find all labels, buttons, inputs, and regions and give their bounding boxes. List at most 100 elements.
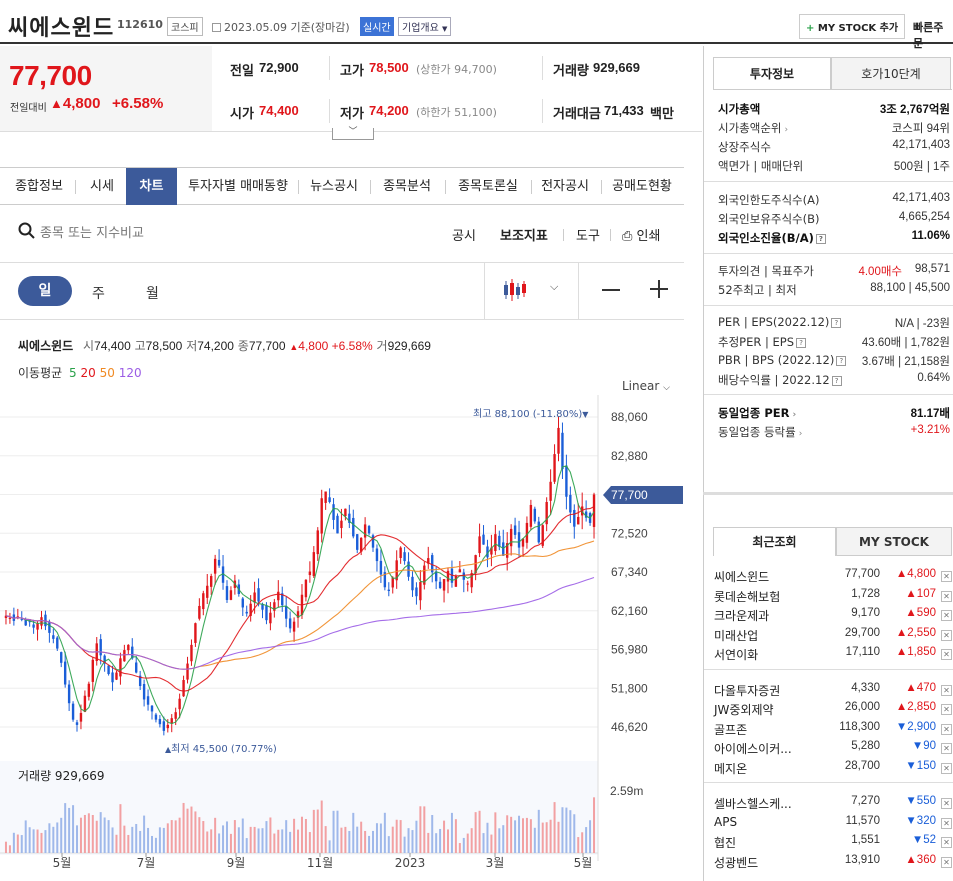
mystock-add-button[interactable]: + MY STOCK 추가 [799,14,906,39]
candle-body [198,605,201,619]
volume-bar [415,820,418,853]
zoom-out-icon[interactable] [602,289,620,291]
period-day-button[interactable]: 일 [18,276,72,306]
recent-item[interactable]: 협진 1,551 ▼52 ✕ [714,834,952,853]
remove-icon[interactable]: ✕ [941,571,952,582]
tools-link[interactable]: 도구 [576,225,600,244]
recent-item[interactable]: 다올투자증권 4,330 ▲470 ✕ [714,682,952,701]
recent-item-name[interactable]: 골프존 [714,721,747,738]
remove-icon[interactable]: ✕ [941,684,952,696]
remove-icon[interactable]: ✕ [941,610,952,621]
scale-dropdown[interactable]: Linear ⌵ [622,379,670,393]
remove-icon[interactable]: ✕ [941,743,952,754]
recent-item-name[interactable]: JW중외제약 [714,701,774,718]
recent-item-name[interactable]: 롯데손해보험 [714,588,780,605]
expand-toggle[interactable]: ﹀ [332,128,374,140]
volume-bar [44,830,47,853]
tab-recent[interactable]: 최근조회 [713,527,836,556]
recent-item-name[interactable]: 미래산업 [714,627,758,644]
remove-icon[interactable]: ✕ [941,817,952,829]
candle-type-icon[interactable] [503,279,527,304]
volume-bar [364,830,367,853]
info-icon[interactable]: ? [831,317,842,328]
disclosure-link[interactable]: 공시 [452,225,476,244]
recent-item-price: 4,330 [851,681,880,694]
recent-item[interactable]: 셀바스헬스케... 7,270 ▼550 ✕ [714,795,952,814]
indicator-link[interactable]: 보조지표 [500,225,548,244]
remove-icon[interactable]: ✕ [941,704,952,715]
recent-item-name[interactable]: 아이에스이커... [714,740,792,757]
tab-chart[interactable]: 차트 [126,168,177,205]
y-tick-label: 67,340 [611,565,648,579]
date-info: 2023.05.09 기준(장마감) [212,19,350,35]
remove-icon[interactable]: ✕ [941,856,952,868]
tab-discussion[interactable]: 종목토론실 [449,168,527,205]
recent-item[interactable]: 미래산업 29,700 ▲2,550 ✕ [714,627,952,646]
x-tick-label: 9월 [227,856,246,870]
recent-item-name[interactable]: 협진 [714,834,736,851]
info-icon[interactable]: ? [796,337,807,348]
recent-item-name[interactable]: 메지온 [714,760,747,777]
print-button[interactable]: ⎙ 인쇄 [622,225,660,244]
recent-item[interactable]: JW중외제약 26,000 ▲2,850 ✕ [714,701,952,720]
tab-news[interactable]: 뉴스공시 [302,168,366,205]
zoom-in-icon[interactable] [650,280,668,301]
amount-label: 거래대금 [553,107,601,122]
recent-item-name[interactable]: 성광벤드 [714,854,758,871]
recent-item-name[interactable]: 씨에스윈드 [714,568,769,585]
chart-change-pct: +6.58% [331,339,373,353]
info-value: 81.17배 [910,408,950,420]
chart-open-label: 시 [83,339,95,353]
recent-item[interactable]: APS 11,570 ▼320 ✕ [714,815,952,834]
tab-analysis[interactable]: 종목분석 [374,168,440,205]
x-tick-label: 3월 [486,856,505,870]
tab-orderbook[interactable]: 호가10단계 [831,57,951,90]
recent-item[interactable]: 메지온 28,700 ▼150 ✕ [714,760,952,779]
recent-item[interactable]: 성광벤드 13,910 ▲360 ✕ [714,854,952,873]
remove-icon[interactable]: ✕ [941,649,952,660]
tab-disclosure[interactable]: 전자공시 [535,168,595,205]
volume-bar [593,797,596,853]
recent-item[interactable]: 아이에스이커... 5,280 ▼90 ✕ [714,740,952,759]
compare-search-input[interactable] [40,222,300,244]
remove-icon[interactable]: ✕ [941,723,952,735]
tab-overview[interactable]: 종합정보 [8,168,70,205]
recent-item-name[interactable]: 서연이화 [714,646,758,663]
remove-icon[interactable]: ✕ [941,590,952,602]
company-overview-button[interactable]: 기업개요 ▼ [398,17,452,36]
tab-investor-trading[interactable]: 투자자별 매매동향 [182,168,294,205]
info-icon[interactable]: ? [831,375,842,386]
remove-icon[interactable]: ✕ [941,629,952,641]
recent-item[interactable]: 크라운제과 9,170 ▲590 ✕ [714,607,952,626]
volume-bar [391,826,394,853]
price-chart[interactable]: 88,060 82,880 72,520 67,340 62,160 56,980 51,8… [0,395,684,881]
period-month-button[interactable]: 월 [146,283,159,303]
volume-bar [225,821,228,853]
recent-item[interactable]: 롯데손해보험 1,728 ▲107 ✕ [714,588,952,607]
tab-short-selling[interactable]: 공매도현황 [606,168,678,205]
volume-bar [431,815,434,853]
candle-body [52,635,55,639]
info-icon[interactable]: ? [836,355,847,366]
chevron-down-icon[interactable]: ⌵ [550,280,558,294]
recent-item-name[interactable]: 크라운제과 [714,607,769,624]
tab-invest-info[interactable]: 투자정보 [713,57,831,90]
recent-item-name[interactable]: 다올투자증권 [714,682,780,699]
info-icon[interactable]: ? [815,233,826,244]
candle-body [8,617,12,619]
recent-item[interactable]: 씨에스윈드 77,700 ▲4,800 ✕ [714,568,952,587]
recent-item-name[interactable]: APS [714,815,737,829]
candle-body [162,721,166,731]
remove-icon[interactable]: ✕ [941,798,952,809]
tab-mystock[interactable]: MY STOCK [836,527,952,556]
recent-item[interactable]: 골프존 118,300 ▼2,900 ✕ [714,721,952,740]
tab-quotes[interactable]: 시세 [80,168,124,205]
realtime-badge[interactable]: 실시간 [360,17,394,36]
remove-icon[interactable]: ✕ [941,837,952,848]
candle-body [565,465,568,497]
remove-icon[interactable]: ✕ [941,762,952,774]
recent-item[interactable]: 서연이화 17,110 ▲1,850 ✕ [714,646,952,665]
recent-item-name[interactable]: 셀바스헬스케... [714,795,792,812]
volume-bar [443,820,446,853]
period-week-button[interactable]: 주 [92,283,105,303]
